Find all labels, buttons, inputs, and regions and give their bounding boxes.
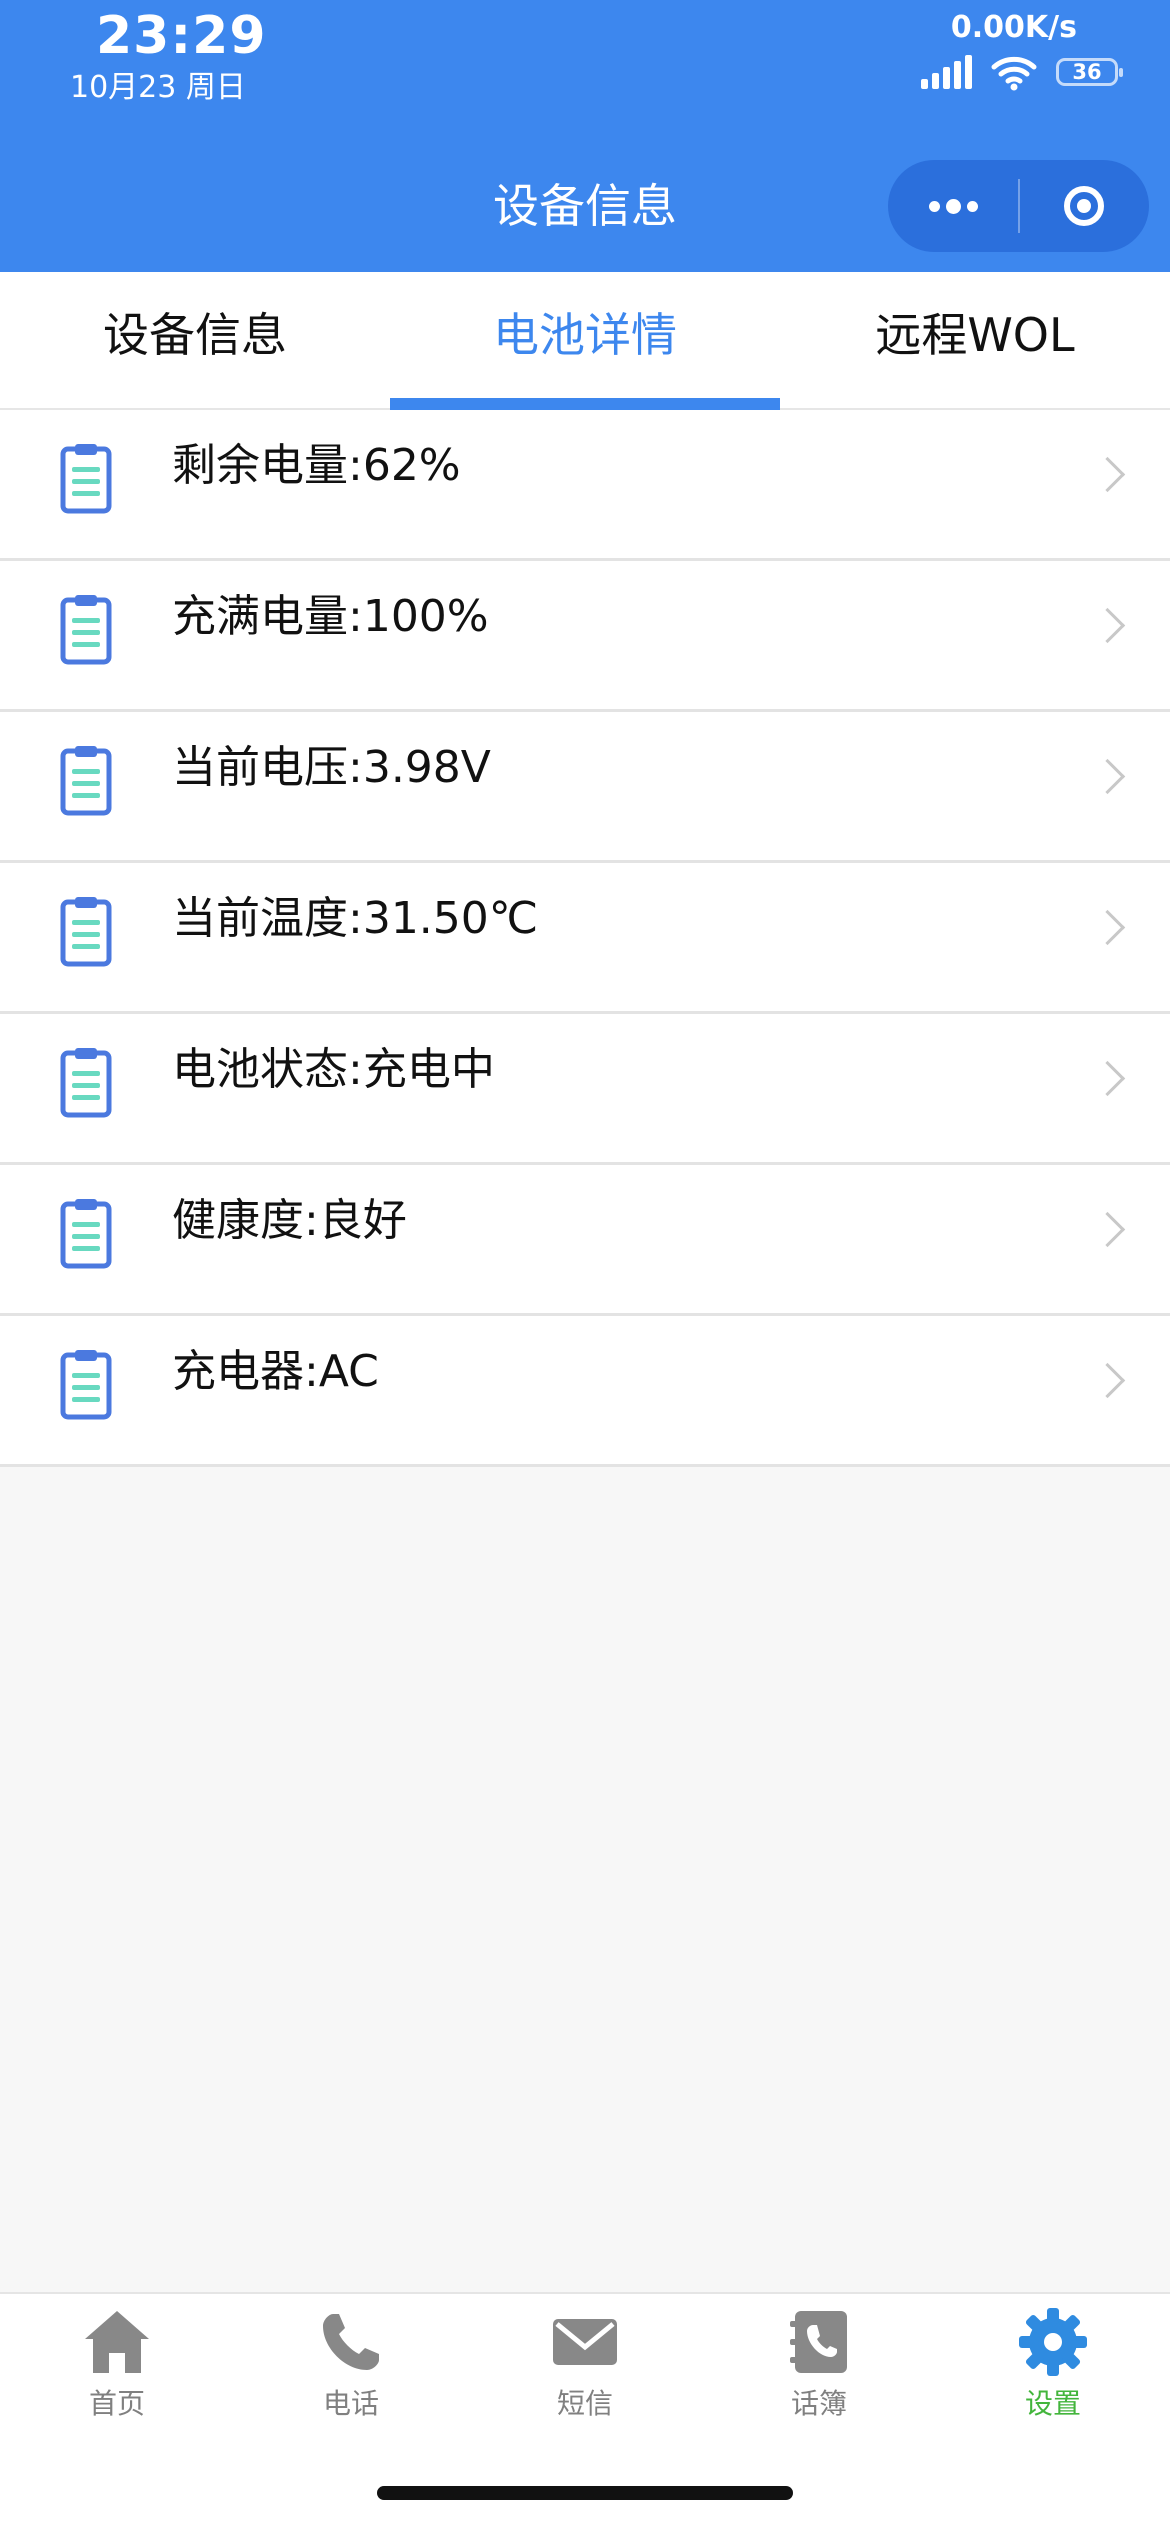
bottom-nav: 首页 电话 短信 话簿 设置 bbox=[0, 2292, 1170, 2534]
list-item-label: 当前电压:3.98V bbox=[172, 742, 491, 793]
chevron-right-icon bbox=[1089, 909, 1126, 946]
clipboard-icon bbox=[60, 1348, 112, 1420]
nav-label: 首页 bbox=[88, 2387, 145, 2420]
clipboard-icon bbox=[60, 744, 112, 816]
nav-label: 话簿 bbox=[790, 2387, 847, 2420]
contacts-icon bbox=[779, 2306, 859, 2378]
nav-label: 电话 bbox=[322, 2387, 379, 2420]
list-item[interactable]: 当前电压:3.98V bbox=[0, 712, 1170, 863]
signal-icon bbox=[921, 55, 972, 89]
list-item-label: 健康度:良好 bbox=[172, 1195, 407, 1246]
chevron-right-icon bbox=[1089, 758, 1126, 795]
chevron-right-icon bbox=[1089, 1362, 1126, 1399]
tab-bar: 设备信息 电池详情 远程WOL bbox=[0, 272, 1170, 410]
nav-sms[interactable]: 短信 bbox=[468, 2294, 702, 2434]
nav-label: 设置 bbox=[1024, 2387, 1081, 2420]
clipboard-icon bbox=[60, 895, 112, 967]
list-item-label: 当前温度:31.50℃ bbox=[172, 893, 539, 944]
list-item[interactable]: 剩余电量:62% bbox=[0, 410, 1170, 561]
status-date: 10月23 周日 bbox=[70, 70, 246, 105]
list-item[interactable]: 电池状态:充电中 bbox=[0, 1014, 1170, 1165]
close-button[interactable] bbox=[1020, 160, 1148, 252]
list-item-label: 充满电量:100% bbox=[172, 591, 489, 642]
chevron-right-icon bbox=[1089, 607, 1126, 644]
gear-icon bbox=[1013, 2306, 1093, 2378]
list-item[interactable]: 当前温度:31.50℃ bbox=[0, 863, 1170, 1014]
chevron-right-icon bbox=[1089, 456, 1126, 493]
tab-remote-wol[interactable]: 远程WOL bbox=[780, 272, 1170, 408]
dot bbox=[966, 200, 978, 212]
nav-label: 短信 bbox=[556, 2387, 613, 2420]
list-item-label: 电池状态:充电中 bbox=[172, 1044, 495, 1095]
list-item-label: 剩余电量:62% bbox=[172, 440, 461, 491]
tab-device-info[interactable]: 设备信息 bbox=[0, 272, 390, 408]
tab-battery-details[interactable]: 电池详情 bbox=[390, 272, 780, 410]
list-item[interactable]: 健康度:良好 bbox=[0, 1165, 1170, 1316]
clipboard-icon bbox=[60, 1046, 112, 1118]
status-time: 23:29 bbox=[96, 6, 267, 66]
net-speed: 0.00K/s bbox=[950, 10, 1077, 45]
status-icons: 36 bbox=[921, 52, 1123, 92]
nav-phone[interactable]: 电话 bbox=[234, 2294, 468, 2434]
home-indicator bbox=[377, 2486, 793, 2500]
home-icon bbox=[77, 2306, 157, 2378]
header: 23:29 10月23 周日 0.00K/s 36 设备信息 bbox=[0, 0, 1170, 272]
close-target-icon bbox=[1064, 186, 1104, 226]
clipboard-icon bbox=[60, 1197, 112, 1269]
clipboard-icon bbox=[60, 593, 112, 665]
dot bbox=[945, 198, 961, 214]
battery-indicator: 36 bbox=[1056, 58, 1123, 86]
nav-contacts[interactable]: 话簿 bbox=[702, 2294, 936, 2434]
chevron-right-icon bbox=[1089, 1060, 1126, 1097]
list-item[interactable]: 充电器:AC bbox=[0, 1316, 1170, 1467]
mini-program-capsule bbox=[888, 160, 1149, 252]
clipboard-icon bbox=[60, 442, 112, 514]
chevron-right-icon bbox=[1089, 1211, 1126, 1248]
battery-detail-list: 剩余电量:62% 充满电量:100% 当前电压:3.98V 当前温度:31.50℃ 电池… bbox=[0, 410, 1170, 1467]
list-item-label: 充电器:AC bbox=[172, 1346, 379, 1397]
nav-settings[interactable]: 设置 bbox=[936, 2294, 1170, 2434]
more-button[interactable] bbox=[888, 160, 1018, 252]
phone-icon bbox=[311, 2306, 391, 2378]
nav-home[interactable]: 首页 bbox=[0, 2294, 234, 2434]
list-item[interactable]: 充满电量:100% bbox=[0, 561, 1170, 712]
mail-icon bbox=[545, 2306, 625, 2378]
dot bbox=[928, 200, 940, 212]
wifi-icon bbox=[991, 56, 1037, 91]
